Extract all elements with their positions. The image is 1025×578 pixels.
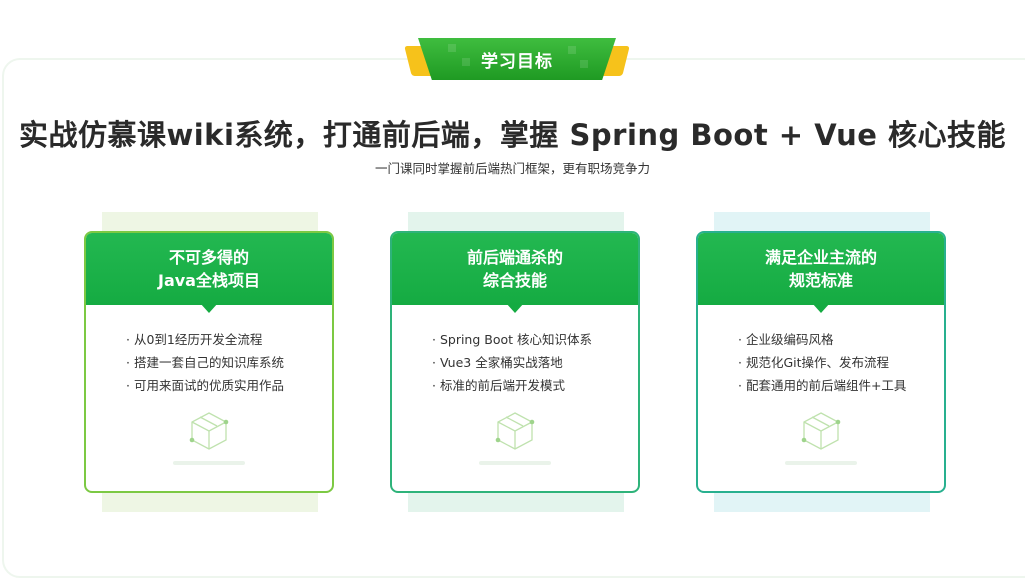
cube-icon bbox=[801, 412, 841, 450]
list-item: · 从0到1经历开发全流程 bbox=[126, 332, 263, 347]
card-header: 前后端通杀的 综合技能 bbox=[392, 233, 638, 305]
page-headline: 实战仿慕课wiki系统，打通前后端，掌握 Spring Boot + Vue 核… bbox=[18, 118, 1007, 152]
card-header: 满足企业主流的 规范标准 bbox=[698, 233, 944, 305]
badge-label: 学习目标 bbox=[481, 51, 553, 72]
card-divider bbox=[479, 461, 551, 465]
card-title-line2: 规范标准 bbox=[788, 271, 853, 290]
card-pointer bbox=[200, 303, 218, 313]
badge-decoration bbox=[568, 46, 576, 54]
list-item: · 标准的前后端开发模式 bbox=[432, 378, 565, 393]
card-feature-list: · 从0到1经历开发全流程 · 搭建一套自己的知识库系统 · 可用来面试的优质实… bbox=[126, 328, 284, 397]
list-item: · Vue3 全家桶实战落地 bbox=[432, 355, 563, 370]
card-divider bbox=[173, 461, 245, 465]
card-header: 不可多得的 Java全栈项目 bbox=[86, 233, 332, 305]
badge-decoration bbox=[462, 58, 470, 66]
page-subheadline: 一门课同时掌握前后端热门框架，更有职场竞争力 bbox=[374, 161, 650, 176]
badge-decoration bbox=[580, 60, 588, 68]
list-item: · Spring Boot 核心知识体系 bbox=[432, 332, 593, 347]
feature-card-3: 满足企业主流的 规范标准 · 企业级编码风格 · 规范化Git操作、发布流程 ·… bbox=[696, 231, 946, 493]
list-item: · 搭建一套自己的知识库系统 bbox=[126, 355, 284, 370]
list-item: · 规范化Git操作、发布流程 bbox=[738, 355, 890, 370]
card-title-line1: 前后端通杀的 bbox=[466, 248, 563, 267]
section-badge: 学习目标 bbox=[404, 38, 630, 84]
cube-icon bbox=[495, 412, 535, 450]
list-item: · 企业级编码风格 bbox=[738, 332, 834, 347]
card-title-line1: 不可多得的 bbox=[168, 248, 249, 267]
card-title-line2: 综合技能 bbox=[482, 271, 547, 290]
list-item: · 配套通用的前后端组件+工具 bbox=[738, 378, 907, 393]
cube-icon bbox=[189, 412, 229, 450]
list-item: · 可用来面试的优质实用作品 bbox=[126, 378, 284, 393]
feature-card-1: 不可多得的 Java全栈项目 · 从0到1经历开发全流程 · 搭建一套自己的知识… bbox=[84, 231, 334, 493]
card-feature-list: · Spring Boot 核心知识体系 · Vue3 全家桶实战落地 · 标准… bbox=[432, 328, 592, 397]
card-feature-list: · 企业级编码风格 · 规范化Git操作、发布流程 · 配套通用的前后端组件+工… bbox=[738, 328, 906, 397]
card-divider bbox=[785, 461, 857, 465]
feature-card-2: 前后端通杀的 综合技能 · Spring Boot 核心知识体系 · Vue3 … bbox=[390, 231, 640, 493]
badge-ribbon: 学习目标 bbox=[418, 38, 616, 80]
card-pointer bbox=[506, 303, 524, 313]
card-title-line2: Java全栈项目 bbox=[158, 271, 260, 290]
card-pointer bbox=[812, 303, 830, 313]
badge-decoration bbox=[448, 44, 456, 52]
card-title-line1: 满足企业主流的 bbox=[764, 248, 877, 267]
